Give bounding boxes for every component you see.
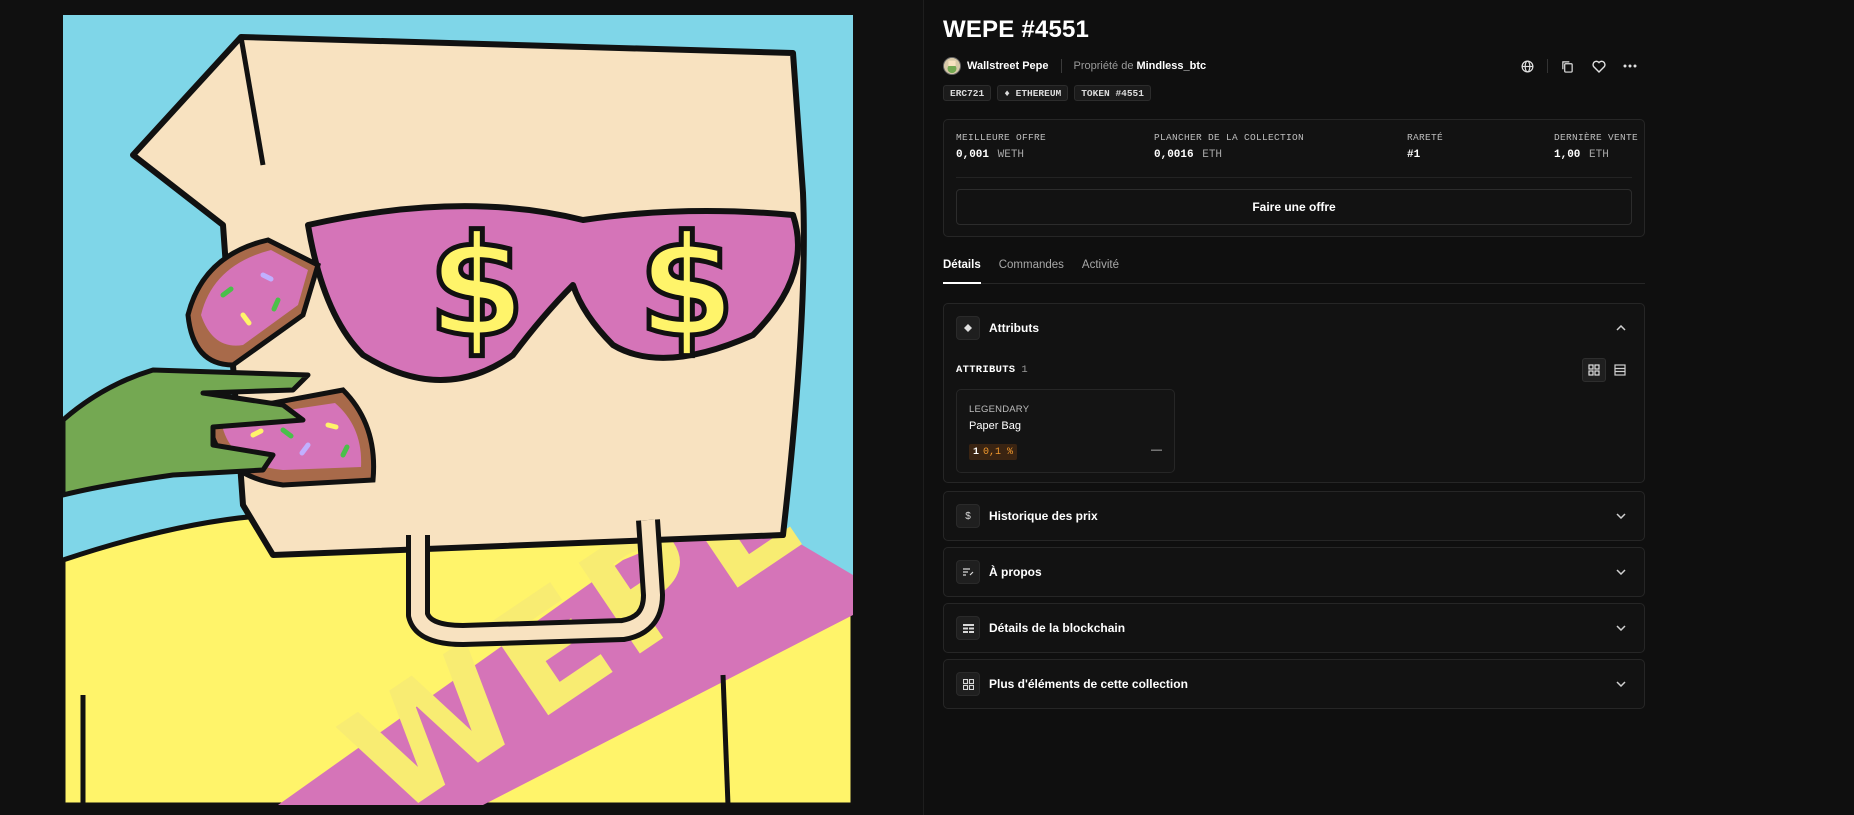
panel-title: Plus d'éléments de cette collection bbox=[989, 677, 1188, 691]
panel-title: À propos bbox=[989, 565, 1042, 579]
panel-title: Historique des prix bbox=[989, 509, 1098, 523]
meta-divider bbox=[1060, 59, 1062, 73]
token-chips: ERC721 ♦ ETHEREUM TOKEN #4551 bbox=[943, 85, 1151, 101]
offer-divider bbox=[956, 177, 1632, 178]
more-from-collection-panel[interactable]: Plus d'éléments de cette collection bbox=[943, 659, 1645, 709]
actions-divider bbox=[1547, 59, 1548, 73]
chip-token-id: TOKEN #4551 bbox=[1074, 85, 1151, 101]
trait-card[interactable]: LEGENDARY Paper Bag 1 0,1 % — bbox=[956, 389, 1175, 473]
owner-label: Propriété de bbox=[1073, 60, 1134, 72]
chevron-down-icon[interactable] bbox=[1614, 677, 1628, 691]
globe-icon[interactable] bbox=[1512, 56, 1543, 76]
stat-value: 1,00 ETH bbox=[1554, 149, 1638, 161]
table-icon bbox=[956, 616, 980, 640]
meta-row: Wallstreet Pepe Propriété de Mindless_bt… bbox=[943, 56, 1645, 76]
attributes-panel-header[interactable]: Attributs bbox=[956, 316, 1632, 340]
stat-best-offer: MEILLEURE OFFRE 0,001 WETH bbox=[956, 132, 1046, 161]
panel-title: Détails de la blockchain bbox=[989, 621, 1126, 635]
view-toggles bbox=[1582, 358, 1632, 382]
stat-value[interactable]: #1 bbox=[1407, 149, 1443, 161]
nft-artwork[interactable]: WEPE $ $ bbox=[63, 15, 853, 805]
more-icon[interactable] bbox=[1614, 56, 1645, 76]
nft-title: WEPE #4551 bbox=[943, 16, 1090, 43]
text-edit-icon bbox=[956, 560, 980, 584]
diamond-icon bbox=[956, 316, 980, 340]
stat-unit: WETH bbox=[997, 149, 1025, 161]
media-pane: WEPE $ $ bbox=[0, 0, 924, 815]
stat-amount: #1 bbox=[1407, 149, 1421, 161]
stat-rarity: RARETÉ #1 bbox=[1407, 132, 1443, 161]
collection-link[interactable]: Wallstreet Pepe bbox=[967, 60, 1049, 72]
stat-amount: 0,001 bbox=[956, 149, 990, 161]
trait-value: Paper Bag bbox=[969, 420, 1021, 432]
stat-unit: ETH bbox=[1589, 149, 1609, 161]
copy-icon[interactable] bbox=[1552, 56, 1583, 76]
nft-item-page: WEPE $ $ WEPE #4551 Wallstreet Pepe Prop… bbox=[0, 0, 1854, 815]
attributes-count-label: ATTRIBUTS bbox=[956, 364, 1016, 376]
trait-rarity-badge: 1 0,1 % bbox=[969, 444, 1018, 460]
chevron-down-icon[interactable] bbox=[1614, 565, 1628, 579]
item-actions bbox=[1512, 56, 1645, 76]
tab-details[interactable]: Détails bbox=[943, 256, 981, 284]
detail-tabs: Détails Commandes Activité bbox=[943, 256, 1645, 284]
trait-rank: 1 bbox=[973, 446, 980, 458]
svg-text:$: $ bbox=[638, 206, 735, 369]
panel-header[interactable]: À propos bbox=[956, 560, 1632, 584]
collection-avatar[interactable] bbox=[943, 57, 961, 75]
panel-header[interactable]: Plus d'éléments de cette collection bbox=[956, 672, 1632, 696]
stat-value: 0,001 WETH bbox=[956, 149, 1046, 161]
stat-amount: 0,0016 bbox=[1154, 149, 1194, 161]
chip-chain: ♦ ETHEREUM bbox=[997, 85, 1069, 101]
stat-label: RARETÉ bbox=[1407, 132, 1444, 143]
stat-label: DERNIÈRE VENTE bbox=[1554, 132, 1639, 143]
make-offer-button[interactable]: Faire une offre bbox=[956, 189, 1632, 225]
stat-label: PLANCHER DE LA COLLECTION bbox=[1154, 132, 1305, 143]
panel-header[interactable]: Détails de la blockchain bbox=[956, 616, 1632, 640]
stat-collection-floor: PLANCHER DE LA COLLECTION 0,0016 ETH bbox=[1154, 132, 1304, 161]
stat-value: 0,0016 ETH bbox=[1154, 149, 1304, 161]
offer-card: MEILLEURE OFFRE 0,001 WETH PLANCHER DE L… bbox=[943, 119, 1645, 237]
dollar-icon: $ bbox=[956, 504, 980, 528]
svg-text:$: $ bbox=[428, 206, 525, 369]
panel-header[interactable]: $ Historique des prix bbox=[956, 504, 1632, 528]
owner-link[interactable]: Mindless_btc bbox=[1136, 60, 1206, 72]
trait-floor-price: — bbox=[1151, 444, 1162, 456]
chevron-up-icon[interactable] bbox=[1614, 321, 1628, 335]
stat-amount: 1,00 bbox=[1554, 149, 1581, 161]
trait-type: LEGENDARY bbox=[969, 404, 1030, 415]
details-pane: WEPE #4551 Wallstreet Pepe Propriété de … bbox=[943, 0, 1645, 815]
list-view-icon[interactable] bbox=[1608, 358, 1632, 382]
about-panel[interactable]: À propos bbox=[943, 547, 1645, 597]
attributes-count-row: ATTRIBUTS 1 bbox=[956, 358, 1632, 382]
blockchain-details-panel[interactable]: Détails de la blockchain bbox=[943, 603, 1645, 653]
trait-percent: 0,1 % bbox=[983, 446, 1014, 458]
chevron-down-icon[interactable] bbox=[1614, 621, 1628, 635]
tab-activity[interactable]: Activité bbox=[1082, 256, 1119, 284]
heart-icon[interactable] bbox=[1583, 56, 1614, 76]
price-history-panel[interactable]: $ Historique des prix bbox=[943, 491, 1645, 541]
panel-title: Attributs bbox=[989, 321, 1039, 335]
attributes-panel: Attributs ATTRIBUTS 1 LEGENDARY Paper Ba… bbox=[943, 303, 1645, 483]
grid-view-icon[interactable] bbox=[1582, 358, 1606, 382]
chip-standard: ERC721 bbox=[943, 85, 992, 101]
attributes-count: 1 bbox=[1021, 364, 1028, 376]
tab-orders[interactable]: Commandes bbox=[999, 256, 1064, 284]
chevron-down-icon[interactable] bbox=[1614, 509, 1628, 523]
grid-icon bbox=[956, 672, 980, 696]
stat-unit: ETH bbox=[1202, 149, 1223, 161]
stat-last-sale: DERNIÈRE VENTE 1,00 ETH bbox=[1554, 132, 1638, 161]
stat-label: MEILLEURE OFFRE bbox=[956, 132, 1047, 143]
